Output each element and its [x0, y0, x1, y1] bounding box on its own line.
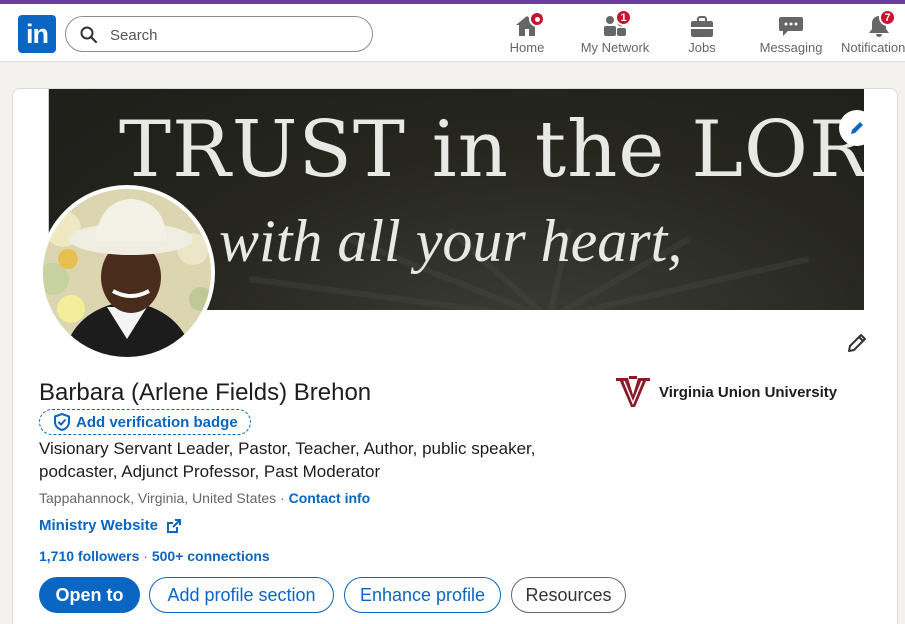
search-box[interactable] [65, 16, 373, 52]
open-to-button[interactable]: Open to [39, 577, 140, 613]
pencil-icon [851, 122, 863, 134]
notifications-badge: 7 [879, 10, 896, 26]
global-nav: in Home 1 My Network [0, 4, 905, 62]
profile-location: Tappahannock, Virginia, United States · … [39, 490, 370, 506]
nav-jobs-label: Jobs [688, 40, 716, 55]
nav-notifications-label: Notifications [841, 40, 905, 55]
contact-info-link[interactable]: Contact info [289, 490, 371, 506]
nav-messaging-label: Messaging [759, 40, 823, 55]
ministry-website-link[interactable]: Ministry Website [39, 517, 182, 534]
avatar[interactable] [39, 185, 215, 361]
location-text: Tappahannock, Virginia, United States [39, 490, 277, 506]
pencil-icon [848, 334, 866, 352]
verification-label: Add verification badge [76, 413, 238, 431]
banner-line-1: TRUST in the LORD [119, 105, 864, 195]
profile-card: TRUST in the LORD with all your heart, B… [12, 88, 898, 624]
connections-link[interactable]: 500+ connections [152, 548, 270, 564]
nav-notifications[interactable]: 7 Notifications [840, 10, 905, 60]
nav-my-network[interactable]: 1 My Network [575, 9, 655, 60]
nav-messaging[interactable]: Messaging [755, 10, 827, 60]
search-input[interactable] [110, 24, 360, 46]
message-icon [779, 17, 803, 36]
network-badge: 1 [615, 9, 632, 26]
virginia-union-logo [616, 376, 650, 407]
profile-stats: 1,710 followers · 500+ connections [39, 548, 270, 564]
enhance-profile-button[interactable]: Enhance profile [344, 577, 501, 613]
nav-home-label: Home [509, 40, 545, 55]
add-profile-section-button[interactable]: Add profile section [149, 577, 334, 613]
nav-my-network-label: My Network [580, 40, 650, 55]
resources-button[interactable]: Resources [511, 577, 626, 613]
edit-banner-button[interactable] [839, 110, 875, 146]
add-verification-badge-button[interactable]: Add verification badge [39, 409, 251, 435]
followers-link[interactable]: 1,710 followers [39, 548, 139, 564]
edit-intro-button[interactable] [845, 331, 869, 360]
linkedin-logo[interactable]: in [18, 15, 56, 53]
briefcase-icon [691, 16, 713, 37]
location-separator: · [280, 490, 285, 506]
nav-jobs[interactable]: Jobs [678, 10, 726, 60]
external-link-icon [166, 518, 181, 533]
shield-check-icon [54, 413, 70, 431]
avatar-photo [43, 189, 211, 357]
education-entry[interactable]: Virginia Union University [615, 375, 837, 409]
website-label: Ministry Website [39, 517, 158, 534]
banner-line-2: with all your heart, [219, 208, 683, 274]
profile-name: Barbara (Arlene Fields) Brehon [39, 379, 372, 406]
school-name: Virginia Union University [659, 383, 838, 401]
profile-headline: Visionary Servant Leader, Pastor, Teache… [39, 439, 536, 481]
home-notification-dot [529, 11, 545, 27]
search-icon [80, 26, 98, 44]
nav-home[interactable]: Home [498, 10, 556, 60]
stats-separator: · [143, 548, 148, 564]
